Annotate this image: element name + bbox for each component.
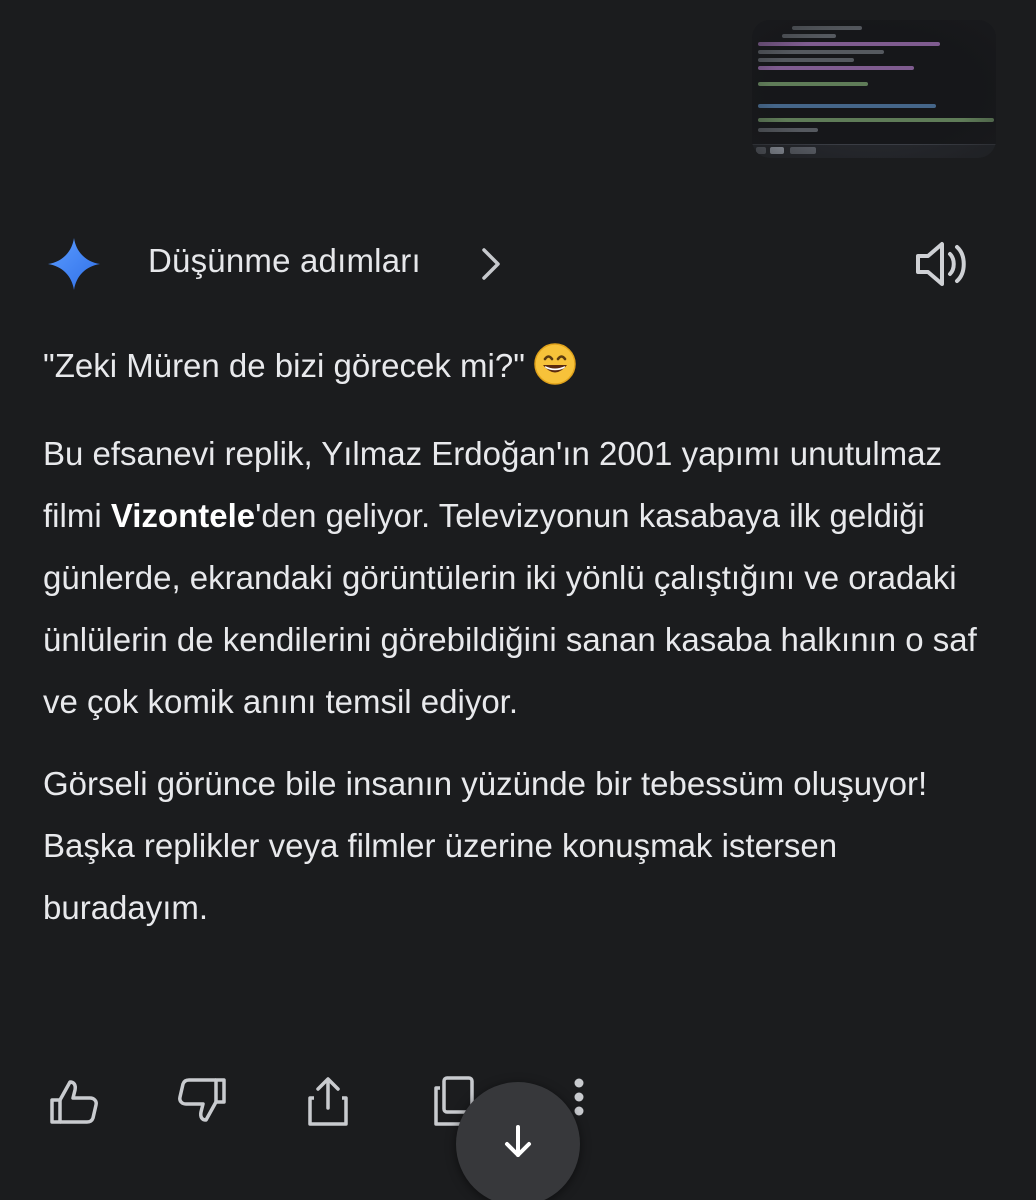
like-button[interactable] — [46, 1074, 102, 1130]
thinking-steps-label: Düşünme adımları — [148, 242, 421, 279]
thinking-steps-toggle[interactable]: Düşünme adımları — [148, 242, 421, 280]
chevron-right-icon[interactable] — [476, 246, 504, 282]
chat-response-page: Düşünme adımları "Zeki Müren de bizi gör… — [0, 0, 1036, 1200]
quote-text: "Zeki Müren de bizi görecek mi?" — [43, 347, 525, 384]
share-icon — [308, 1077, 348, 1126]
attached-image-thumbnail[interactable] — [752, 20, 996, 158]
thumbs-down-icon — [178, 1078, 226, 1122]
paragraph-1: Bu efsanevi replik, Yılmaz Erdoğan'ın 20… — [43, 423, 1003, 733]
speaker-icon[interactable] — [912, 236, 970, 292]
quote-paragraph: "Zeki Müren de bizi görecek mi?" — [43, 335, 1003, 397]
share-button[interactable] — [300, 1074, 356, 1130]
film-title-bold: Vizontele — [110, 497, 256, 534]
gemini-sparkle-icon — [48, 238, 100, 290]
thumbs-up-icon — [50, 1080, 98, 1124]
scroll-to-bottom-button[interactable] — [456, 1082, 580, 1200]
dislike-button[interactable] — [174, 1074, 230, 1130]
response-text: "Zeki Müren de bizi görecek mi?" Bu efsa… — [43, 335, 1003, 959]
arrow-down-icon — [505, 1125, 531, 1157]
grinning-face-emoji — [534, 343, 576, 385]
paragraph-2: Görseli görünce bile insanın yüzünde bir… — [43, 765, 928, 926]
